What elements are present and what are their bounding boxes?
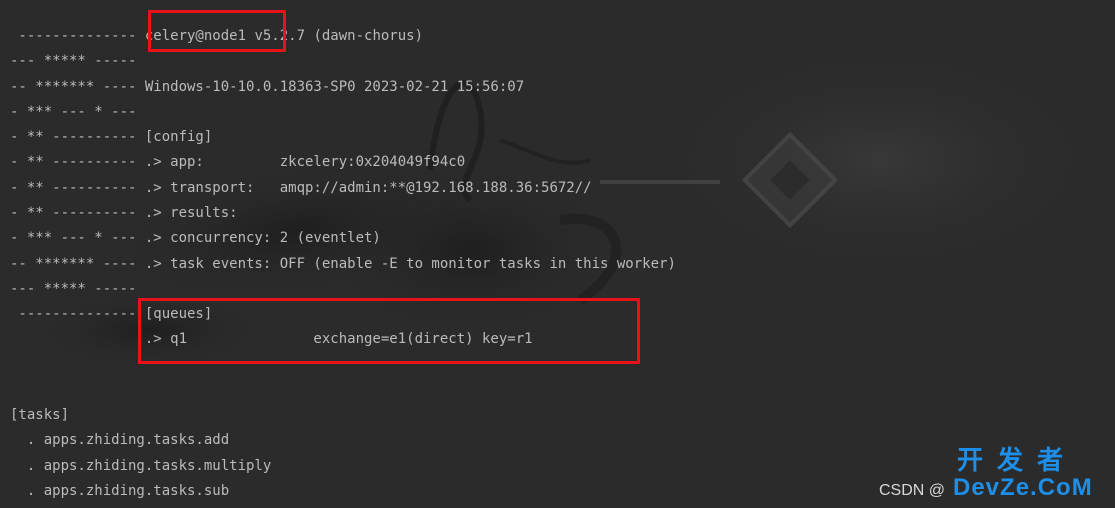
task-item: . apps.zhiding.tasks.multiply	[10, 458, 272, 474]
task-item: . apps.zhiding.tasks.add	[10, 432, 230, 448]
devze-logo-en: DevZe.CoM	[953, 474, 1093, 501]
banner-dashes: --------------	[10, 28, 145, 44]
banner-line: --- ***** -----	[10, 281, 137, 297]
config-transport: - ** ---------- .> transport: amqp://adm…	[10, 180, 592, 196]
banner-line: --- ***** -----	[10, 53, 137, 69]
config-concurrency: - *** --- * --- .> concurrency: 2 (event…	[10, 230, 381, 246]
config-app: - ** ---------- .> app: zkcelery:0x20404…	[10, 154, 466, 170]
task-item: . apps.zhiding.tasks.sub	[10, 483, 230, 499]
terminal-output: -------------- celery@node1 v5.2.7 (dawn…	[0, 0, 1115, 508]
tasks-header: [tasks]	[10, 407, 70, 423]
config-results: - ** ---------- .> results:	[10, 205, 238, 221]
csdn-watermark: CSDN @	[878, 482, 945, 499]
platform-line: -- ******* ---- Windows-10-10.0.18363-SP…	[10, 79, 525, 95]
banner-dashes: --------------	[10, 306, 145, 322]
queues-highlight-box	[138, 298, 640, 364]
devze-logo: 开发者 DevZe.CoM	[953, 446, 1103, 502]
config-header: - ** ---------- [config]	[10, 129, 213, 145]
devze-logo-cn: 开发者	[957, 446, 1078, 476]
watermark: CSDN @ 开发者 DevZe.CoM	[878, 446, 1103, 502]
banner-line: - *** --- * ---	[10, 104, 137, 120]
hostname-highlight-box	[148, 10, 286, 52]
config-task-events: -- ******* ---- .> task events: OFF (ena…	[10, 256, 676, 272]
